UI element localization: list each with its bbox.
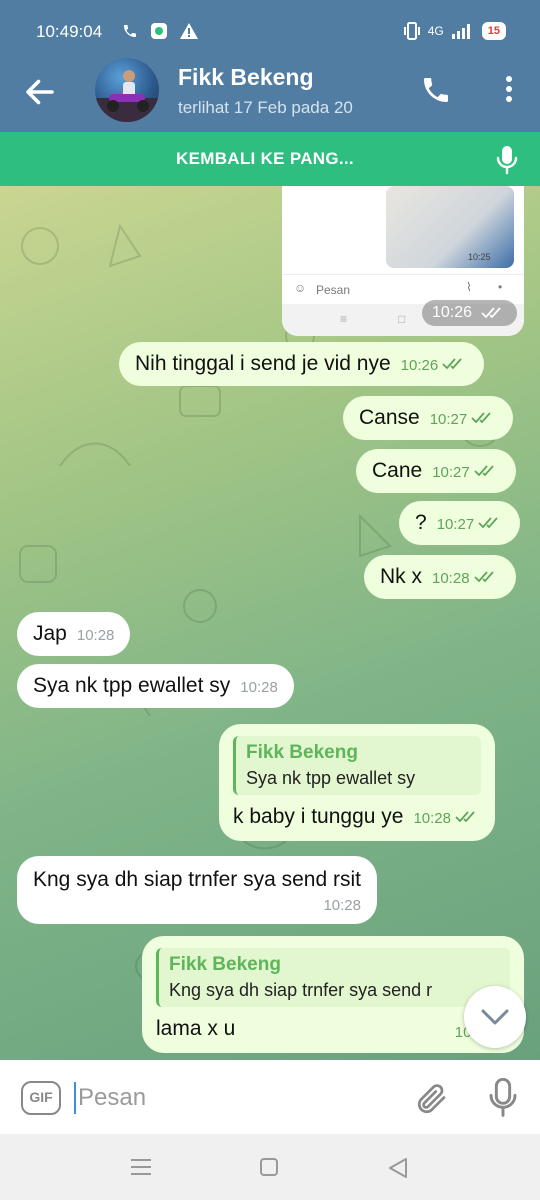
message-time: 10:26 <box>432 304 473 321</box>
message-bubble-outgoing-reply[interactable]: Fikk Bekeng Sya nk tpp ewallet sy k baby… <box>219 724 495 841</box>
smile-icon: ☺ <box>294 281 307 295</box>
message-bubble-outgoing[interactable]: Nk x 10:28 <box>364 555 516 599</box>
message-bubble-outgoing[interactable]: ? 10:27 <box>399 501 521 545</box>
signal-icon <box>451 24 470 39</box>
return-to-call-banner[interactable]: KEMBALI KE PANG... <box>0 132 540 186</box>
microphone-icon: • <box>498 280 503 294</box>
avatar[interactable] <box>95 58 159 122</box>
message-text: Nk x <box>380 565 422 588</box>
message-text: Canse <box>359 406 420 429</box>
message-time: 10:28 <box>323 897 361 914</box>
message-time: 10:27 <box>432 464 470 481</box>
microphone-icon[interactable] <box>488 1078 518 1118</box>
message-text: ? <box>415 511 427 534</box>
screenshot-preview-image <box>386 186 514 268</box>
paperclip-icon: ⌇ <box>466 280 472 294</box>
message-time: 10:28 <box>413 810 451 827</box>
double-check-icon <box>471 412 491 424</box>
message-text: Cane <box>372 459 423 482</box>
message-time: 10:27 <box>436 516 475 533</box>
paperclip-icon[interactable] <box>414 1080 450 1118</box>
reply-quote[interactable]: Fikk Bekeng Kng sya dh siap trnfer sya s… <box>156 948 510 1007</box>
message-bubble-outgoing[interactable]: Cane 10:27 <box>356 449 516 493</box>
recent-apps-icon[interactable] <box>128 1156 154 1178</box>
network-type: 4G <box>427 24 444 38</box>
reply-text: Kng sya dh siap trnfer sya send r <box>169 980 433 1000</box>
reply-author: Fikk Bekeng <box>169 954 281 975</box>
status-time: 10:49:04 <box>36 22 103 41</box>
chat-messages-area[interactable]: 10:25 ☺ Pesan ⌇ • ≡ □ 10:26 Nih tinggal … <box>0 186 540 1060</box>
reply-quote[interactable]: Fikk Bekeng Sya nk tpp ewallet sy <box>233 736 481 795</box>
forwarded-screenshot[interactable]: 10:25 ☺ Pesan ⌇ • ≡ □ 10:26 <box>282 186 524 336</box>
inner-placeholder: Pesan <box>316 283 351 297</box>
double-check-icon <box>478 517 498 529</box>
message-composer: GIF <box>0 1060 540 1134</box>
double-check-icon <box>473 571 494 583</box>
warning-icon <box>180 23 198 39</box>
chat-header: Fikk Bekeng terlihat 17 Feb pada 20 <box>0 48 540 132</box>
phone-call-icon[interactable] <box>420 74 452 106</box>
message-bubble-incoming[interactable]: Sya nk tpp ewallet sy 10:28 <box>17 664 294 708</box>
message-text: Jap <box>33 622 67 645</box>
double-check-icon <box>480 307 501 319</box>
message-bubble-outgoing[interactable]: Nih tinggal i send je vid nye 10:26 <box>119 342 485 386</box>
status-notification-icons <box>122 22 198 40</box>
more-options-icon[interactable] <box>504 74 514 104</box>
system-navigation-bar <box>0 1134 540 1200</box>
gif-button[interactable]: GIF <box>21 1081 61 1115</box>
double-check-icon <box>455 811 475 823</box>
vibrate-icon <box>403 22 420 40</box>
back-triangle-icon[interactable] <box>386 1156 410 1180</box>
message-time: 10:28 <box>240 679 278 696</box>
back-arrow-icon[interactable] <box>22 74 58 110</box>
message-time: 10:26 <box>400 357 439 374</box>
inner-message-time: 10:25 <box>468 252 491 262</box>
phone-call-icon <box>124 25 136 37</box>
message-text: Kng sya dh siap trnfer sya send rsit <box>33 868 361 891</box>
reply-author: Fikk Bekeng <box>246 742 358 763</box>
banner-label: KEMBALI KE PANG... <box>176 149 354 168</box>
text-cursor <box>74 1082 76 1114</box>
double-check-icon <box>474 465 494 477</box>
app-notification-icon <box>151 23 167 39</box>
home-icon: □ <box>398 312 406 326</box>
message-time: 10:27 <box>429 411 468 428</box>
message-text: k baby i tunggu ye <box>233 805 404 828</box>
reply-text: Sya nk tpp ewallet sy <box>246 768 416 788</box>
message-bubble-incoming[interactable]: Kng sya dh siap trnfer sya send rsit 10:… <box>17 856 377 924</box>
message-time: 10:28 <box>432 570 470 587</box>
scroll-to-bottom-button[interactable] <box>464 986 526 1048</box>
contact-name[interactable]: Fikk Bekeng <box>178 64 314 91</box>
avatar-image <box>95 70 159 122</box>
message-bubble-outgoing-reply[interactable]: Fikk Bekeng Kng sya dh siap trnfer sya s… <box>142 936 524 1053</box>
message-text: lama x u <box>156 1017 236 1040</box>
status-system-icons: 4G 15 <box>403 22 506 40</box>
double-check-icon <box>442 358 462 370</box>
menu-icon: ≡ <box>340 312 348 326</box>
message-bubble-outgoing[interactable]: Canse 10:27 <box>343 396 514 440</box>
message-bubble-incoming[interactable]: Jap 10:28 <box>17 612 131 656</box>
home-icon[interactable] <box>258 1156 280 1178</box>
battery-indicator: 15 <box>481 22 506 40</box>
message-text: Nih tinggal i send je vid nye <box>135 352 391 375</box>
chevron-down-icon <box>481 1009 509 1025</box>
message-time-pill: 10:26 <box>422 300 517 326</box>
message-input[interactable] <box>78 1080 398 1116</box>
microphone-icon[interactable] <box>496 145 518 175</box>
last-seen-status: terlihat 17 Feb pada 20 <box>178 98 353 117</box>
message-time: 10:28 <box>76 627 115 644</box>
message-text: Sya nk tpp ewallet sy <box>33 674 231 697</box>
